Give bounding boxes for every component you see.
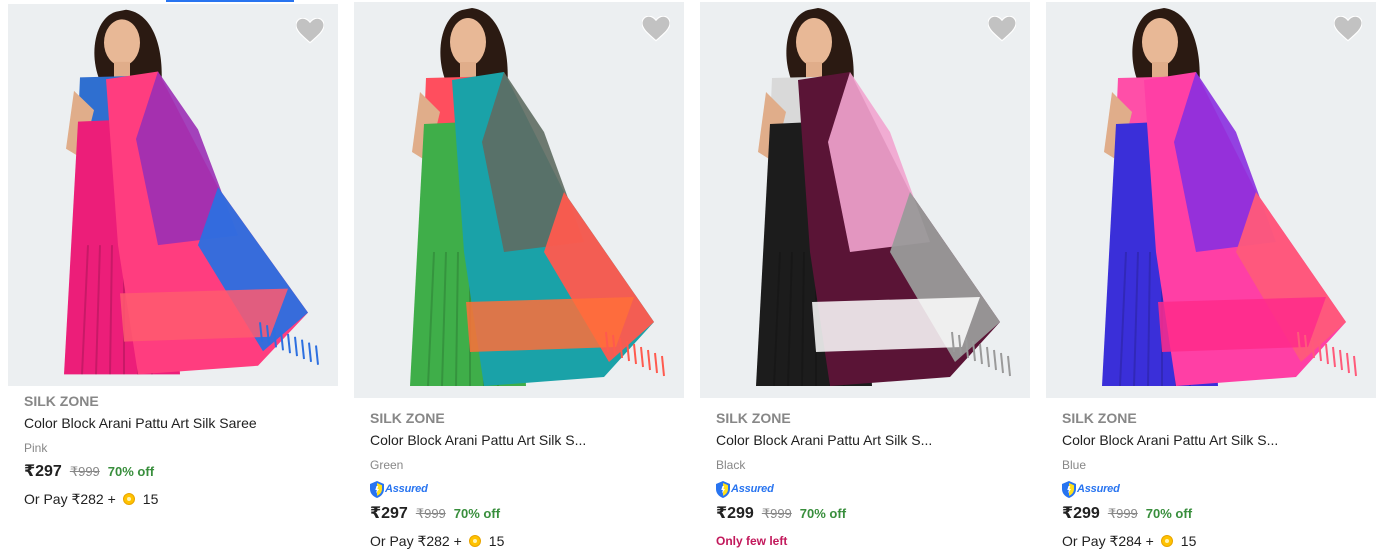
- selling-price: ₹297: [370, 505, 408, 522]
- assured-shield-icon: [370, 480, 384, 498]
- variant-color: Green: [370, 458, 404, 472]
- price-row: ₹299 ₹999 70% off: [1062, 503, 1368, 525]
- product-title[interactable]: Color Block Arani Pattu Art Silk S...: [1062, 429, 1287, 451]
- pay-text: Or Pay ₹282 +: [370, 532, 462, 549]
- discount-badge: 70% off: [107, 464, 155, 479]
- assured-shield-icon: [716, 480, 730, 498]
- product-card-2[interactable]: SILK ZONE Color Block Arani Pattu Art Si…: [354, 0, 684, 550]
- selling-price: ₹299: [716, 505, 754, 522]
- product-card-1[interactable]: SILK ZONE Color Block Arani Pattu Art Si…: [8, 0, 338, 550]
- supercoin-icon: [468, 535, 481, 547]
- mrp-price: ₹999: [761, 506, 792, 521]
- supercoin-pay-row: Or Pay ₹282 + 15: [370, 531, 676, 550]
- product-title[interactable]: Color Block Arani Pattu Art Silk S...: [716, 429, 941, 451]
- product-title[interactable]: Color Block Arani Pattu Art Silk S...: [370, 429, 595, 451]
- stock-note: Only few left: [716, 534, 788, 548]
- product-title[interactable]: Color Block Arani Pattu Art Silk Saree: [24, 412, 330, 434]
- selling-price: ₹297: [24, 463, 62, 480]
- discount-badge: 70% off: [1145, 506, 1193, 521]
- product-card-3[interactable]: SILK ZONE Color Block Arani Pattu Art Si…: [700, 0, 1030, 550]
- price-row: ₹299 ₹999 70% off: [716, 503, 1022, 525]
- saree-model-illustration: [1102, 8, 1357, 387]
- variant-color: Pink: [24, 441, 48, 455]
- wishlist-heart-icon[interactable]: [1334, 16, 1364, 46]
- mrp-price: ₹999: [1107, 506, 1138, 521]
- discount-badge: 70% off: [799, 506, 847, 521]
- supercoin-pay-row: Or Pay ₹282 + 15: [24, 489, 330, 509]
- wishlist-heart-icon[interactable]: [296, 18, 326, 48]
- product-image-2[interactable]: [354, 2, 684, 398]
- wishlist-heart-icon[interactable]: [988, 16, 1018, 46]
- selling-price: ₹299: [1062, 505, 1100, 522]
- saree-model-illustration: [756, 8, 1011, 387]
- supercoin-icon: [122, 493, 135, 505]
- supercoin-icon: [1160, 535, 1173, 547]
- brand-name: SILK ZONE: [716, 410, 791, 426]
- variant-color: Black: [716, 458, 746, 472]
- product-card-4[interactable]: SILK ZONE Color Block Arani Pattu Art Si…: [1046, 0, 1376, 550]
- brand-name: SILK ZONE: [24, 393, 99, 409]
- discount-badge: 70% off: [453, 506, 501, 521]
- assured-label: Assured: [731, 483, 774, 495]
- assured-label: Assured: [1077, 483, 1120, 495]
- product-image-1[interactable]: [8, 4, 338, 386]
- price-row: ₹297 ₹999 70% off: [24, 461, 330, 483]
- pay-text: Or Pay ₹284 +: [1062, 532, 1154, 549]
- assured-shield-icon: [1062, 480, 1076, 498]
- brand-name: SILK ZONE: [370, 410, 445, 426]
- mrp-price: ₹999: [69, 464, 100, 479]
- coin-count: 15: [1180, 533, 1197, 549]
- coin-count: 15: [142, 491, 159, 507]
- product-image-3[interactable]: [700, 2, 1030, 398]
- brand-name: SILK ZONE: [1062, 410, 1137, 426]
- pay-text: Or Pay ₹282 +: [24, 490, 116, 507]
- coin-count: 15: [488, 533, 505, 549]
- price-row: ₹297 ₹999 70% off: [370, 503, 676, 525]
- saree-model-illustration: [410, 8, 665, 387]
- assured-badge: Assured: [1062, 480, 1368, 498]
- mrp-price: ₹999: [415, 506, 446, 521]
- wishlist-heart-icon[interactable]: [642, 16, 672, 46]
- assured-label: Assured: [385, 483, 428, 495]
- variant-color: Blue: [1062, 458, 1087, 472]
- saree-model-illustration: [64, 9, 319, 375]
- assured-badge: Assured: [370, 480, 676, 498]
- supercoin-pay-row: Or Pay ₹284 + 15: [1062, 531, 1368, 550]
- assured-badge: Assured: [716, 480, 1022, 498]
- product-image-4[interactable]: [1046, 2, 1376, 398]
